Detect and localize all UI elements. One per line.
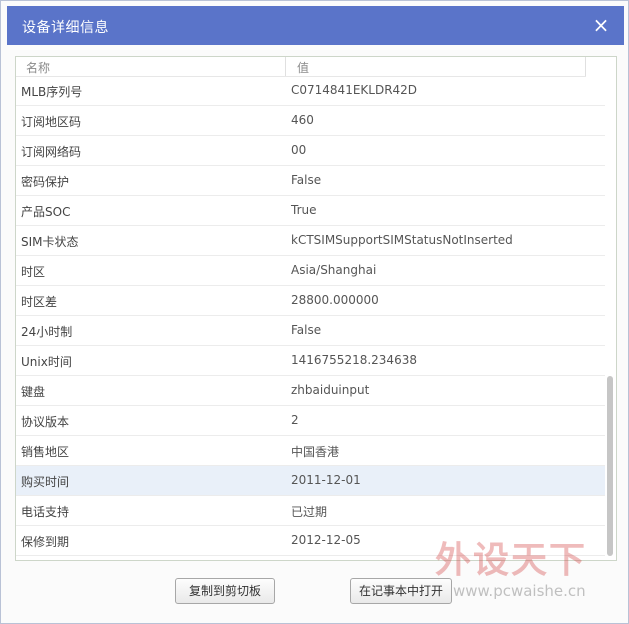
copy-to-clipboard-button[interactable]: 复制到剪切板 bbox=[175, 578, 275, 604]
row-name-cell: 时区差 bbox=[21, 295, 58, 309]
table-row[interactable]: SIM卡状态 kCTSIMSupportSIMStatusNotInserted bbox=[16, 226, 605, 256]
table-body: MLB序列号 C0714841EKLDR42D 订阅地区码 460 订阅网络码 00 密码保… bbox=[16, 76, 605, 556]
row-value-cell: False bbox=[291, 173, 322, 187]
table-row[interactable]: 订阅网络码 00 bbox=[16, 136, 605, 166]
dialog-titlebar[interactable]: 设备详细信息 × bbox=[7, 6, 624, 45]
table-row[interactable]: 销售地区 中国香港 bbox=[16, 436, 605, 466]
row-name-cell: 协议版本 bbox=[21, 415, 70, 429]
row-value-cell: kCTSIMSupportSIMStatusNotInserted bbox=[291, 233, 513, 247]
column-divider[interactable] bbox=[585, 57, 586, 76]
table-row[interactable]: 时区差 28800.000000 bbox=[16, 286, 605, 316]
row-name-cell: MLB序列号 bbox=[21, 85, 83, 99]
row-name-cell: 购买时间 bbox=[21, 475, 70, 489]
dialog-footer: 复制到剪切板 在记事本中打开 bbox=[1, 567, 628, 623]
table-row[interactable]: 24小时制 False bbox=[16, 316, 605, 346]
table-row[interactable]: 购买时间 2011-12-01 bbox=[16, 466, 605, 496]
table-row[interactable]: 时区 Asia/Shanghai bbox=[16, 256, 605, 286]
scrollbar-thumb[interactable] bbox=[607, 376, 613, 556]
row-name-cell: 销售地区 bbox=[21, 445, 70, 459]
row-name-cell: 密码保护 bbox=[21, 175, 70, 189]
row-value-cell: C0714841EKLDR42D bbox=[291, 83, 418, 97]
row-name-cell: 键盘 bbox=[21, 385, 46, 399]
column-divider[interactable] bbox=[285, 57, 286, 76]
close-icon[interactable]: × bbox=[590, 14, 612, 36]
column-header-name[interactable]: 名称 bbox=[26, 59, 50, 76]
dialog-title: 设备详细信息 bbox=[22, 20, 109, 36]
table-row[interactable]: 产品SOC True bbox=[16, 196, 605, 226]
row-value-cell: zhbaiduinput bbox=[291, 383, 370, 397]
table-row[interactable]: 密码保护 False bbox=[16, 166, 605, 196]
row-value-cell: 2011-12-01 bbox=[291, 473, 361, 487]
table-row[interactable]: MLB序列号 C0714841EKLDR42D bbox=[16, 76, 605, 106]
row-name-cell: 时区 bbox=[21, 265, 46, 279]
row-value-cell: 1416755218.234638 bbox=[291, 353, 417, 367]
table-row[interactable]: 保修到期 2012-12-05 bbox=[16, 526, 605, 556]
column-header-value[interactable]: 值 bbox=[297, 59, 309, 76]
row-value-cell: True bbox=[291, 203, 317, 217]
open-in-notepad-button[interactable]: 在记事本中打开 bbox=[350, 578, 452, 604]
row-name-cell: 保修到期 bbox=[21, 535, 70, 549]
row-value-cell: 2012-12-05 bbox=[291, 533, 361, 547]
table-row[interactable]: 键盘 zhbaiduinput bbox=[16, 376, 605, 406]
row-value-cell: False bbox=[291, 323, 322, 337]
table-row[interactable]: 协议版本 2 bbox=[16, 406, 605, 436]
vertical-scrollbar[interactable] bbox=[605, 76, 615, 559]
details-table: 名称 值 MLB序列号 C0714841EKLDR42D 订阅地区码 460 订阅网络码… bbox=[15, 56, 617, 561]
device-details-dialog: 设备详细信息 × 名称 值 MLB序列号 C0714841EKLDR42D 订阅地区… bbox=[0, 0, 629, 624]
row-name-cell: 订阅地区码 bbox=[21, 115, 82, 129]
table-header: 名称 值 bbox=[16, 57, 586, 77]
table-row[interactable]: 电话支持 已过期 bbox=[16, 496, 605, 526]
row-name-cell: SIM卡状态 bbox=[21, 235, 79, 249]
row-value-cell: 28800.000000 bbox=[291, 293, 379, 307]
row-name-cell: 电话支持 bbox=[21, 505, 70, 519]
row-value-cell: Asia/Shanghai bbox=[291, 263, 377, 277]
row-value-cell: 中国香港 bbox=[291, 445, 340, 459]
row-name-cell: Unix时间 bbox=[21, 355, 72, 369]
row-name-cell: 产品SOC bbox=[21, 205, 71, 219]
table-row[interactable]: 订阅地区码 460 bbox=[16, 106, 605, 136]
row-value-cell: 2 bbox=[291, 413, 299, 427]
row-value-cell: 460 bbox=[291, 113, 314, 127]
row-name-cell: 24小时制 bbox=[21, 325, 73, 339]
row-value-cell: 00 bbox=[291, 143, 307, 157]
row-value-cell: 已过期 bbox=[291, 505, 328, 519]
table-row[interactable]: Unix时间 1416755218.234638 bbox=[16, 346, 605, 376]
row-name-cell: 订阅网络码 bbox=[21, 145, 82, 159]
